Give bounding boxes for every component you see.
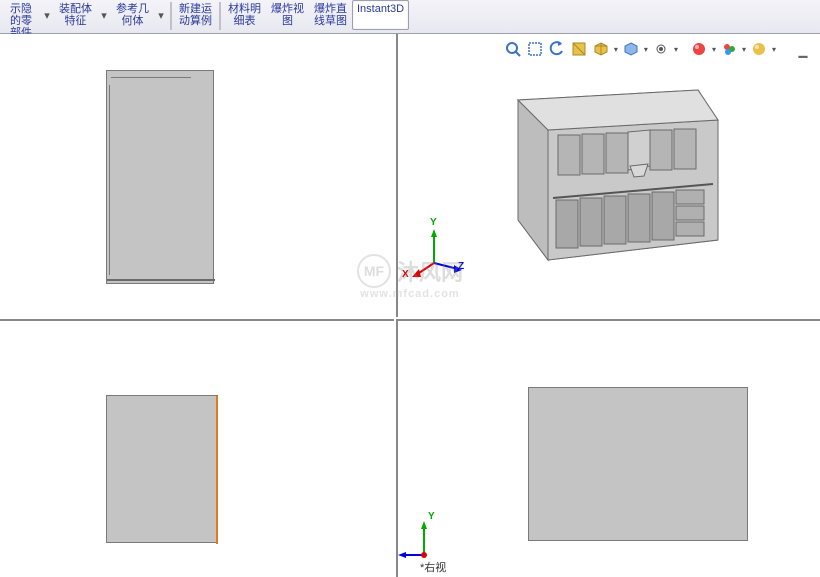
ribbon-btn-hidden-parts[interactable]: 示隐 的零 部件 (2, 0, 40, 30)
axis-label-x: X (402, 269, 409, 280)
ribbon-btn-explode-line-sketch[interactable]: 爆炸直 线草图 (309, 0, 352, 30)
ribbon-label: 线草图 (314, 15, 347, 27)
viewport-container: ▾ ▾ ▾ ▾ ▾ ▾ ▁ (0, 34, 820, 577)
dropdown-icon[interactable]: ▾ (40, 0, 54, 30)
view-settings-icon[interactable] (720, 40, 738, 58)
ribbon-btn-exploded-view[interactable]: 爆炸视 图 (266, 0, 309, 30)
ribbon-label: 爆炸直 (314, 3, 347, 15)
ribbon-toolbar: 示隐 的零 部件 ▾ 装配体 特征 ▾ 参考几 何体 ▾ 新建运 动算例 材料明… (0, 0, 820, 34)
prev-view-icon[interactable] (548, 40, 566, 58)
axis-label-z: Z (458, 261, 464, 272)
viewport-bottom-left[interactable] (0, 319, 394, 577)
dropdown-icon[interactable]: ▾ (742, 45, 746, 54)
axis-label-y: Y (430, 217, 437, 228)
model-side-view (106, 70, 214, 284)
viewport-bottom-right[interactable]: Y Z (396, 319, 820, 577)
status-view-label: *右视 (420, 559, 446, 575)
coordinate-triad-iso: Y Z X (406, 219, 466, 279)
heads-up-toolbar: ▾ ▾ ▾ ▾ ▾ ▾ ▁ (504, 40, 812, 58)
ribbon-label: Instant3D (357, 3, 404, 15)
ribbon-btn-new-motion-study[interactable]: 新建运 动算例 (174, 0, 217, 30)
dropdown-icon[interactable]: ▾ (674, 45, 678, 54)
ribbon-label: 图 (282, 15, 293, 27)
render-icon[interactable] (750, 40, 768, 58)
edit-appearance-icon[interactable] (652, 40, 670, 58)
ribbon-label: 材料明 (228, 3, 261, 15)
ribbon-label: 特征 (65, 15, 87, 27)
viewport-top-left[interactable] (0, 34, 394, 317)
ribbon-label: 爆炸视 (271, 3, 304, 15)
ribbon-label: 装配体 (59, 3, 92, 15)
hide-show-icon[interactable] (622, 40, 640, 58)
ribbon-label: 动算例 (179, 15, 212, 27)
model-front-view (528, 387, 748, 541)
viewport-top-right[interactable]: ▾ ▾ ▾ ▾ ▾ ▾ ▁ (396, 34, 820, 317)
ribbon-btn-reference-geometry[interactable]: 参考几 何体 (111, 0, 154, 30)
dropdown-icon[interactable]: ▾ (614, 45, 618, 54)
ribbon-label: 示隐 (10, 3, 32, 15)
dropdown-icon[interactable]: ▾ (644, 45, 648, 54)
apply-scene-icon[interactable] (690, 40, 708, 58)
dropdown-icon[interactable]: ▾ (97, 0, 111, 30)
ribbon-label: 何体 (122, 15, 144, 27)
model-isometric-view (498, 80, 738, 280)
zoom-fit-icon[interactable] (504, 40, 522, 58)
axis-label-y: Y (428, 511, 435, 522)
ribbon-btn-bom[interactable]: 材料明 细表 (223, 0, 266, 30)
dropdown-icon[interactable]: ▾ (154, 0, 168, 30)
section-view-icon[interactable] (570, 40, 588, 58)
ribbon-separator (170, 2, 172, 30)
ribbon-label: 细表 (234, 15, 256, 27)
dropdown-icon[interactable]: ▾ (712, 45, 716, 54)
minimize-hud-icon[interactable]: ▁ (794, 40, 812, 58)
model-top-view (106, 395, 218, 543)
ribbon-btn-assembly-features[interactable]: 装配体 特征 (54, 0, 97, 30)
ribbon-label: 参考几 (116, 3, 149, 15)
ribbon-label: 的零 (10, 15, 32, 27)
display-style-icon[interactable] (592, 40, 610, 58)
ribbon-label: 新建运 (179, 3, 212, 15)
zoom-area-icon[interactable] (526, 40, 544, 58)
dropdown-icon[interactable]: ▾ (772, 45, 776, 54)
axis-label-z: Z (396, 547, 398, 558)
ribbon-separator (219, 2, 221, 30)
ribbon-btn-instant3d[interactable]: Instant3D (352, 0, 409, 30)
